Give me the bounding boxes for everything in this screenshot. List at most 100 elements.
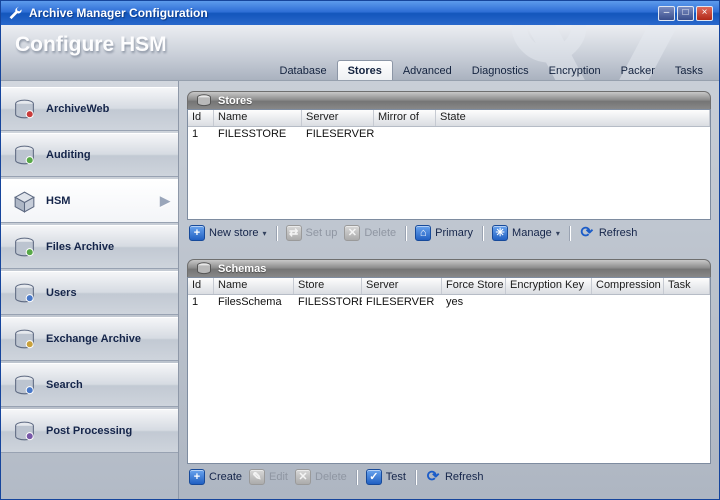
toolbar-button-label: Delete <box>315 471 347 483</box>
column-header-id[interactable]: Id <box>188 278 214 294</box>
exchange-archive-icon <box>11 327 38 352</box>
delete-icon: ✕ <box>344 225 360 241</box>
test-button[interactable]: ✓Test <box>366 469 406 485</box>
stores-panel-title: Stores <box>218 95 252 107</box>
archiveweb-icon <box>11 97 38 122</box>
schemas-toolbar: +Create ✎ Edit ✕ Delete ✓Test ⟳Refresh <box>187 464 711 490</box>
toolbar-separator <box>405 226 406 241</box>
stores-table-body[interactable]: 1FILESSTOREFILESERVER <box>188 127 710 219</box>
table-cell <box>506 295 592 312</box>
column-header-encryption-key[interactable]: Encryption Key <box>506 278 592 294</box>
tab-encryption[interactable]: Encryption <box>539 61 611 80</box>
column-header-force-store[interactable]: Force Store <box>442 278 506 294</box>
schemas-table: IdNameStoreServerForce StoreEncryption K… <box>187 277 711 464</box>
sidebar-item-label: Exchange Archive <box>46 333 144 346</box>
toolbar-button-label: Set up <box>306 227 338 239</box>
stores-panel: Stores IdNameServerMirror ofState 1FILES… <box>187 91 711 246</box>
disk-stack-icon <box>196 94 212 107</box>
column-header-server[interactable]: Server <box>302 110 374 126</box>
toolbar-button-label: Primary <box>435 227 473 239</box>
column-header-id[interactable]: Id <box>188 110 214 126</box>
tab-bar: DatabaseStoresAdvancedDiagnosticsEncrypt… <box>270 60 714 80</box>
table-row[interactable]: 1FILESSTOREFILESERVER <box>188 127 710 144</box>
stores-table: IdNameServerMirror ofState 1FILESSTOREFI… <box>187 109 711 220</box>
toolbar-button-label: Refresh <box>599 227 638 239</box>
toolbar-separator <box>482 226 483 241</box>
schemas-column-headers: IdNameStoreServerForce StoreEncryption K… <box>188 278 710 295</box>
chevron-down-icon[interactable]: ▾ <box>263 229 267 238</box>
close-button[interactable]: × <box>696 6 713 21</box>
sidebar-item-hsm[interactable]: HSM▶ <box>1 179 178 223</box>
column-header-compression[interactable]: Compression <box>592 278 664 294</box>
plus-icon: + <box>189 225 205 241</box>
set-up-button: ⇄ Set up <box>286 225 338 241</box>
refresh-icon: ⟳ <box>425 469 441 485</box>
setup-icon: ⇄ <box>286 225 302 241</box>
table-cell: 1 <box>188 295 214 312</box>
sidebar-item-archiveweb[interactable]: ArchiveWeb <box>1 87 178 131</box>
delete-button: ✕Delete <box>344 225 396 241</box>
table-row[interactable]: 1FilesSchemaFILESSTOREFILESERVERyes <box>188 295 710 312</box>
new-store-button[interactable]: +New store▾ <box>189 225 267 241</box>
tab-packer[interactable]: Packer <box>611 61 665 80</box>
column-header-state[interactable]: State <box>436 110 710 126</box>
table-cell <box>592 295 664 312</box>
titlebar: Archive Manager Configuration – □ × <box>1 1 719 25</box>
schemas-panel: Schemas IdNameStoreServerForce StoreEncr… <box>187 259 711 490</box>
stores-panel-header: Stores <box>187 91 711 109</box>
maximize-button[interactable]: □ <box>677 6 694 21</box>
table-cell <box>664 295 710 312</box>
tab-advanced[interactable]: Advanced <box>393 61 462 80</box>
tab-database[interactable]: Database <box>270 61 337 80</box>
sidebar-item-post-processing[interactable]: Post Processing <box>1 409 178 453</box>
sidebar-item-label: HSM <box>46 195 144 208</box>
table-cell: 1 <box>188 127 214 144</box>
column-header-server[interactable]: Server <box>362 278 442 294</box>
toolbar-button-label: Create <box>209 471 242 483</box>
app-wrench-icon <box>7 5 23 21</box>
column-header-mirror-of[interactable]: Mirror of <box>374 110 436 126</box>
sidebar-item-label: Post Processing <box>46 425 144 438</box>
files-archive-icon <box>11 235 38 260</box>
toolbar-button-label: Edit <box>269 471 288 483</box>
users-icon <box>11 281 38 306</box>
create-button[interactable]: +Create <box>189 469 242 485</box>
minimize-button[interactable]: – <box>658 6 675 21</box>
main-content: Stores IdNameServerMirror ofState 1FILES… <box>179 81 719 499</box>
window-controls: – □ × <box>658 6 713 21</box>
table-cell: yes <box>442 295 506 312</box>
column-header-name[interactable]: Name <box>214 278 294 294</box>
tab-tasks[interactable]: Tasks <box>665 61 713 80</box>
search-icon <box>11 373 38 398</box>
column-header-task[interactable]: Task <box>664 278 710 294</box>
delete-icon: ✕ <box>295 469 311 485</box>
table-cell: FilesSchema <box>214 295 294 312</box>
window-title: Archive Manager Configuration <box>29 6 208 20</box>
primary-button[interactable]: ⌂Primary <box>415 225 473 241</box>
schemas-table-body[interactable]: 1FilesSchemaFILESSTOREFILESERVERyes <box>188 295 710 463</box>
refresh-button[interactable]: ⟳Refresh <box>425 469 484 485</box>
edit-icon: ✎ <box>249 469 265 485</box>
sidebar-item-label: Users <box>46 287 144 300</box>
sidebar-item-auditing[interactable]: Auditing <box>1 133 178 177</box>
sidebar-item-label: ArchiveWeb <box>46 103 144 116</box>
table-cell <box>436 127 710 144</box>
toolbar-separator <box>356 470 357 485</box>
tab-diagnostics[interactable]: Diagnostics <box>462 61 539 80</box>
chevron-down-icon[interactable]: ▾ <box>556 229 560 238</box>
tab-stores[interactable]: Stores <box>337 60 393 80</box>
sidebar-item-users[interactable]: Users <box>1 271 178 315</box>
body: ArchiveWeb AuditingHSM▶Files Archive Users… <box>1 81 719 499</box>
table-cell: FILESSTORE <box>294 295 362 312</box>
manage-button[interactable]: ✳Manage▾ <box>492 225 560 241</box>
sidebar-item-files-archive[interactable]: Files Archive <box>1 225 178 269</box>
refresh-button[interactable]: ⟳Refresh <box>579 225 638 241</box>
disk-stack-icon <box>196 262 212 275</box>
check-icon: ✓ <box>366 469 382 485</box>
page-title: Configure HSM <box>15 33 167 57</box>
column-header-store[interactable]: Store <box>294 278 362 294</box>
sidebar-item-search[interactable]: Search <box>1 363 178 407</box>
sidebar-item-exchange-archive[interactable]: Exchange Archive <box>1 317 178 361</box>
table-cell <box>374 127 436 144</box>
column-header-name[interactable]: Name <box>214 110 302 126</box>
